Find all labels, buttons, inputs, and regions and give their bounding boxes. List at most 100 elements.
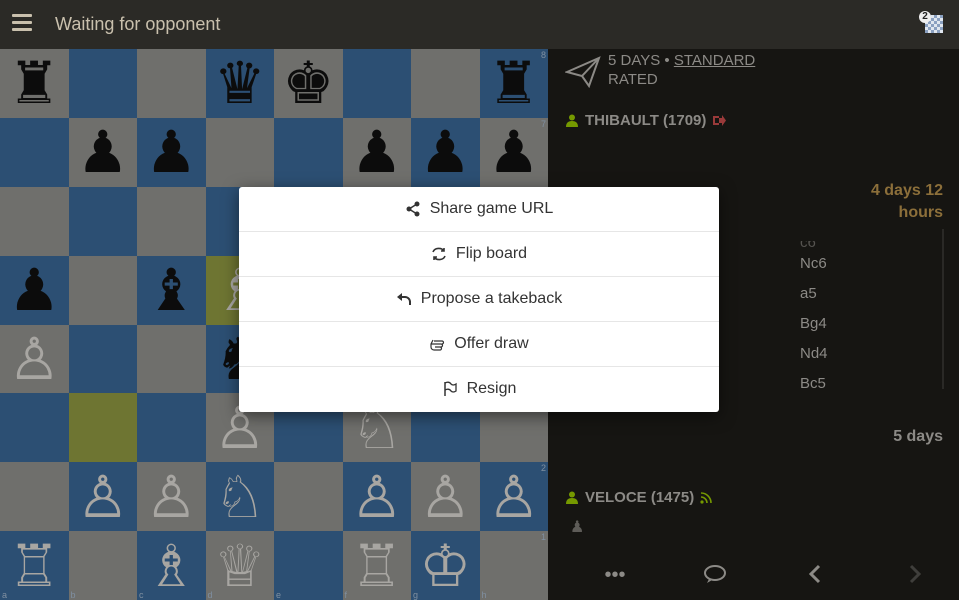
piece-f2[interactable]: ♙	[351, 468, 403, 526]
previous-move-icon[interactable]	[800, 564, 830, 586]
piece-a5[interactable]: ♟	[8, 261, 60, 319]
square-c6[interactable]	[137, 186, 206, 256]
square-c5[interactable]: ♝	[137, 255, 206, 325]
square-f7[interactable]: ♟	[342, 117, 411, 187]
square-b3[interactable]	[68, 393, 137, 463]
square-a4[interactable]: ♙	[0, 324, 69, 394]
square-d1[interactable]: ♕ d	[205, 531, 274, 600]
file-label: d	[207, 590, 213, 600]
game-actions-menu: Share game URL Flip board Propose a take…	[239, 187, 719, 412]
piece-a1[interactable]: ♖	[8, 537, 60, 595]
square-d2[interactable]: ♘	[205, 462, 274, 532]
square-g2[interactable]: ♙	[411, 462, 480, 532]
more-options-icon[interactable]: •••	[600, 564, 630, 586]
notification-count-badge: 2	[919, 11, 931, 23]
piece-e8[interactable]: ♚	[282, 54, 334, 112]
square-a3[interactable]	[0, 393, 69, 463]
square-a7[interactable]	[0, 117, 69, 187]
square-b2[interactable]: ♙	[68, 462, 137, 532]
flip-board-label: Flip board	[455, 245, 528, 262]
square-g1[interactable]: ♔ g	[411, 531, 480, 600]
piece-f7[interactable]: ♟	[351, 123, 403, 181]
variant-link[interactable]: STANDARD	[674, 52, 755, 69]
square-c8[interactable]	[137, 49, 206, 118]
opponent-clock-line2: hours	[898, 204, 943, 221]
opponent-player[interactable]: THIBAULT (1709)	[566, 112, 727, 129]
square-a2[interactable]	[0, 462, 69, 532]
square-g8[interactable]	[411, 49, 480, 118]
square-e2[interactable]	[274, 462, 343, 532]
undo-icon	[396, 293, 411, 305]
piece-f1[interactable]: ♖	[351, 537, 403, 595]
square-c4[interactable]	[137, 324, 206, 394]
square-c3[interactable]	[137, 393, 206, 463]
piece-c5[interactable]: ♝	[145, 261, 197, 319]
piece-b2[interactable]: ♙	[77, 468, 129, 526]
square-a1[interactable]: ♖ a	[0, 531, 69, 600]
square-c2[interactable]: ♙	[137, 462, 206, 532]
square-b6[interactable]	[68, 186, 137, 256]
square-d8[interactable]: ♛	[205, 49, 274, 118]
piece-c1[interactable]: ♗	[145, 537, 197, 595]
resign-label: Resign	[466, 380, 517, 397]
piece-h7[interactable]: ♟	[488, 123, 540, 181]
move-item[interactable]: c6	[800, 241, 880, 255]
offer-draw-label: Offer draw	[454, 335, 529, 352]
piece-a4[interactable]: ♙	[8, 330, 60, 388]
piece-d1[interactable]: ♕	[214, 537, 266, 595]
move-list[interactable]: c6 Nc6 a5 Bg4 Nd4 Bc5	[800, 241, 880, 405]
square-a8[interactable]: ♜	[0, 49, 69, 118]
next-move-icon[interactable]	[900, 564, 930, 586]
square-b7[interactable]: ♟	[68, 117, 137, 187]
square-c1[interactable]: ♗ c	[137, 531, 206, 600]
square-h1[interactable]: 1h	[479, 531, 548, 600]
move-item[interactable]: Bg4	[800, 315, 880, 345]
flip-board-item[interactable]: Flip board	[239, 232, 719, 277]
move-item[interactable]: Bc5	[800, 375, 880, 405]
square-d7[interactable]	[205, 117, 274, 187]
piece-g2[interactable]: ♙	[419, 468, 471, 526]
notifications-button[interactable]: 2	[919, 11, 945, 35]
offer-draw-item[interactable]: Offer draw	[239, 322, 719, 367]
piece-d2[interactable]: ♘	[214, 468, 266, 526]
piece-h2[interactable]: ♙	[488, 468, 540, 526]
square-f8[interactable]	[342, 49, 411, 118]
square-h8[interactable]: ♜ 8	[479, 49, 548, 118]
piece-g7[interactable]: ♟	[419, 123, 471, 181]
square-e1[interactable]: e	[274, 531, 343, 600]
piece-d8[interactable]: ♛	[214, 54, 266, 112]
move-item[interactable]: Nd4	[800, 345, 880, 375]
square-b1[interactable]: b	[68, 531, 137, 600]
square-g7[interactable]: ♟	[411, 117, 480, 187]
square-b8[interactable]	[68, 49, 137, 118]
file-label: f	[344, 590, 348, 600]
square-e7[interactable]	[274, 117, 343, 187]
move-item[interactable]: a5	[800, 285, 880, 315]
share-game-url-label: Share game URL	[429, 200, 554, 217]
move-item[interactable]: Nc6	[800, 255, 880, 285]
piece-g1[interactable]: ♔	[419, 537, 471, 595]
piece-a8[interactable]: ♜	[8, 54, 60, 112]
square-b5[interactable]	[68, 255, 137, 325]
move-list-scrollbar[interactable]	[942, 229, 944, 389]
resign-item[interactable]: Resign	[239, 367, 719, 411]
file-label: e	[276, 590, 282, 600]
menu-icon[interactable]	[12, 14, 32, 34]
propose-takeback-item[interactable]: Propose a takeback	[239, 277, 719, 322]
share-game-url-item[interactable]: Share game URL	[239, 187, 719, 232]
square-h7[interactable]: ♟ 7	[479, 117, 548, 187]
square-f1[interactable]: ♖ f	[342, 531, 411, 600]
current-player[interactable]: VELOCE (1475)	[566, 489, 713, 506]
square-c7[interactable]: ♟	[137, 117, 206, 187]
piece-h8[interactable]: ♜	[488, 54, 540, 112]
square-h2[interactable]: ♙ 2	[479, 462, 548, 532]
piece-c2[interactable]: ♙	[145, 468, 197, 526]
piece-b7[interactable]: ♟	[77, 123, 129, 181]
square-a5[interactable]: ♟	[0, 255, 69, 325]
square-a6[interactable]	[0, 186, 69, 256]
square-f2[interactable]: ♙	[342, 462, 411, 532]
square-e8[interactable]: ♚	[274, 49, 343, 118]
piece-c7[interactable]: ♟	[145, 123, 197, 181]
square-b4[interactable]	[68, 324, 137, 394]
chat-icon[interactable]	[700, 564, 730, 586]
